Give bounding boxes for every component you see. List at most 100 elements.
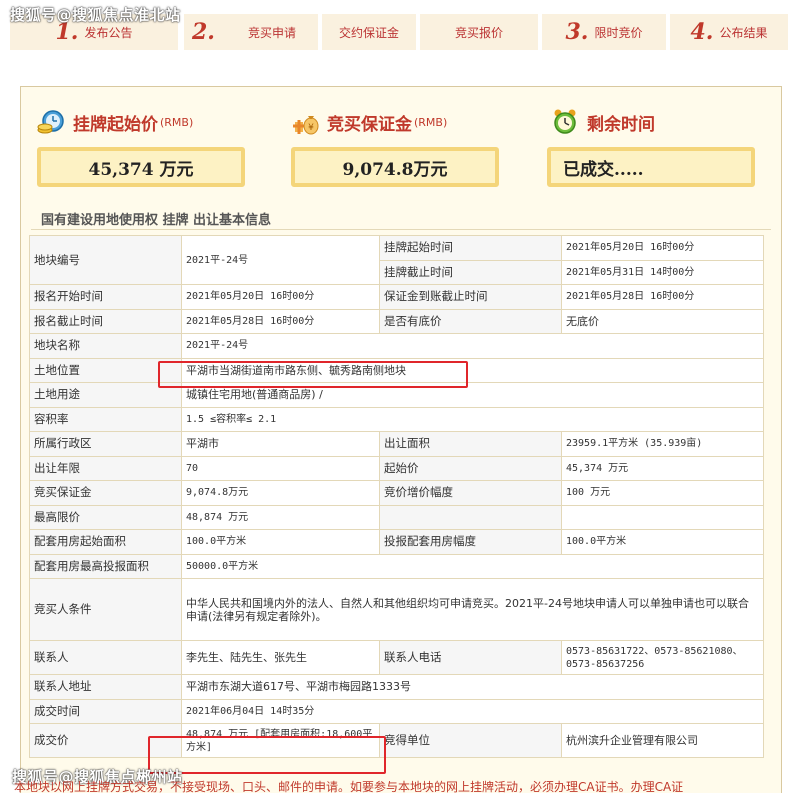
step-label: 竞买报价 (454, 25, 503, 40)
field-value: 100 万元 (561, 480, 764, 506)
field-label: 竞买保证金 (29, 480, 182, 506)
step-bid-application[interactable]: 竞买申请 (226, 14, 318, 50)
field-value: 0573-85631722、0573-85621080、0573-8563725… (561, 640, 764, 675)
money-bag-icon: ¥ (291, 108, 319, 136)
step-label: 交约保证金 (338, 25, 399, 40)
field-value (561, 504, 764, 530)
field-label: 是否有底价 (379, 308, 562, 334)
step-label: 公布结果 (719, 25, 768, 40)
field-value: 2021年05月28日 16时00分 (181, 308, 380, 334)
process-steps-bar: 1. 发布公告 2. 竞买申请 交约保证金 竞买报价 3. 限时竞价 4. 公布… (0, 0, 791, 60)
field-value: 23959.1平方米 (35.939亩) (561, 431, 764, 457)
field-label: 成交价 (29, 723, 182, 758)
table-row: 土地用途 城镇住宅用地(普通商品房) / (29, 382, 764, 408)
field-label: 竞买人条件 (29, 578, 182, 641)
field-value: 2021年05月20日 16时00分 (561, 235, 764, 261)
land-info-table: 地块编号 2021平-24号 挂牌起始时间 2021年05月20日 16时00分… (29, 235, 764, 758)
field-label: 容积率 (29, 406, 182, 432)
divider (31, 229, 771, 230)
field-value: 70 (181, 455, 380, 481)
winner-value: 杭州滨升企业管理有限公司 (561, 723, 764, 758)
table-row: 容积率 1.5 ≤容积率≤ 2.1 (29, 406, 764, 432)
field-value: 城镇住宅用地(普通商品房) / (181, 382, 764, 408)
field-label: 起始价 (379, 455, 562, 481)
field-value: 2021年06月04日 14时35分 (181, 698, 764, 724)
table-row: 竞买保证金 9,074.8万元 竞价增价幅度 100 万元 (29, 480, 764, 506)
field-label: 报名开始时间 (29, 284, 182, 310)
field-value: 45,374 万元 (561, 455, 764, 481)
table-row: 报名截止时间 2021年05月28日 16时00分 是否有底价 无底价 (29, 308, 764, 334)
field-value: 9,074.8万元 (181, 480, 380, 506)
field-label: 竞价增价幅度 (379, 480, 562, 506)
table-row: 最高限价 48,874 万元 (29, 504, 764, 530)
table-row: 成交价 48,874 万元 [配套用房面积:18,600平方米] 竞得单位 杭州… (29, 723, 764, 758)
field-value: 48,874 万元 (181, 504, 380, 530)
step-number: 4. (690, 19, 714, 45)
table-row: 报名开始时间 2021年05月20日 16时00分 保证金到账截止时间 2021… (29, 284, 764, 310)
field-value: 2021平-24号 (181, 333, 764, 359)
field-label: 最高限价 (29, 504, 182, 530)
field-value: 2021年05月31日 14时00分 (561, 259, 764, 285)
step-publish-result[interactable]: 4. 公布结果 (670, 14, 788, 50)
table-row: 地块编号 2021平-24号 挂牌起始时间 2021年05月20日 16时00分 (29, 235, 764, 285)
section-title: 国有建设用地使用权 挂牌 出让基本信息 (41, 213, 272, 228)
table-row: 联系人地址 平湖市东湖大道617号、平湖市梅园路1333号 (29, 674, 764, 700)
land-location-value: 平湖市当湖街道南市路东侧、毓秀路南侧地块 (181, 357, 764, 383)
field-value: 李先生、陆先生、张先生 (181, 640, 380, 675)
field-value: 中华人民共和国境内外的法人、自然人和其他组织均可申请竞买。2021平-24号地块… (181, 578, 764, 641)
field-label: 联系人 (29, 640, 182, 675)
step-pay-deposit[interactable]: 交约保证金 (322, 14, 416, 50)
watermark-text: 搜狐号@搜狐焦点淮北站 (10, 6, 181, 24)
deposit-title: 竞买保证金 (327, 114, 412, 135)
field-value: 1.5 ≤容积率≤ 2.1 (181, 406, 764, 432)
summary-area: 挂牌起始价 (RMB) 45,374 万元 ¥ 竞买保证金 (RMB) 9,07… (21, 87, 781, 207)
field-label: 地块名称 (29, 333, 182, 359)
start-price-title: 挂牌起始价 (73, 114, 158, 135)
table-row: 成交时间 2021年06月04日 14时35分 (29, 698, 764, 724)
step-label: 限时竞价 (594, 25, 643, 40)
start-price-block: 挂牌起始价 (RMB) 45,374 万元 (37, 105, 247, 187)
step-bid-quote[interactable]: 竞买报价 (420, 14, 538, 50)
step-label: 竞买申请 (247, 25, 296, 40)
table-row: 地块名称 2021平-24号 (29, 333, 764, 359)
field-label: 地块编号 (29, 235, 182, 285)
deal-price-value: 48,874 万元 [配套用房面积:18,600平方米] (181, 723, 380, 758)
step-timed-bidding[interactable]: 3. 限时竞价 (542, 14, 666, 50)
field-label: 成交时间 (29, 698, 182, 724)
coins-clock-icon (37, 108, 65, 136)
table-row: 配套用房最高投报面积 50000.0平方米 (29, 553, 764, 579)
field-value: 平湖市 (181, 431, 380, 457)
field-label: 报名截止时间 (29, 308, 182, 334)
step-number: 3. (565, 19, 589, 45)
field-label (379, 504, 562, 530)
field-value: 50000.0平方米 (181, 553, 764, 579)
field-label: 挂牌截止时间 (379, 259, 562, 285)
field-value: 100.0平方米 (561, 529, 764, 555)
field-label: 联系人地址 (29, 674, 182, 700)
field-label: 联系人电话 (379, 640, 562, 675)
step-number: 2. (192, 19, 215, 45)
table-row: 配套用房起始面积 100.0平方米 投报配套用房幅度 100.0平方米 (29, 529, 764, 555)
remaining-time-title: 剩余时间 (587, 114, 655, 135)
field-value: 2021年05月20日 16时00分 (181, 284, 380, 310)
remaining-time-value: 已成交..... (547, 147, 755, 187)
field-label: 出让年限 (29, 455, 182, 481)
remaining-time-block: 剩余时间 已成交..... (547, 105, 761, 187)
field-label: 投报配套用房幅度 (379, 529, 562, 555)
field-value: 100.0平方米 (181, 529, 380, 555)
table-row: 出让年限 70 起始价 45,374 万元 (29, 455, 764, 481)
field-value: 2021年05月28日 16时00分 (561, 284, 764, 310)
field-label: 所属行政区 (29, 431, 182, 457)
field-label: 配套用房最高投报面积 (29, 553, 182, 579)
field-label: 出让面积 (379, 431, 562, 457)
field-value: 2021平-24号 (181, 235, 380, 285)
deposit-value: 9,074.8万元 (291, 147, 499, 187)
svg-text:¥: ¥ (308, 123, 314, 133)
field-label: 竞得单位 (379, 723, 562, 758)
notice-text: 本地块以网上挂牌方式交易，不接受现场、口头、邮件的申请。如要参与本地块的网上挂牌… (14, 780, 684, 793)
step-label: 发布公告 (84, 25, 133, 40)
field-label: 土地用途 (29, 382, 182, 408)
field-label: 挂牌起始时间 (379, 235, 562, 261)
field-label: 配套用房起始面积 (29, 529, 182, 555)
currency-unit: (RMB) (160, 115, 194, 129)
